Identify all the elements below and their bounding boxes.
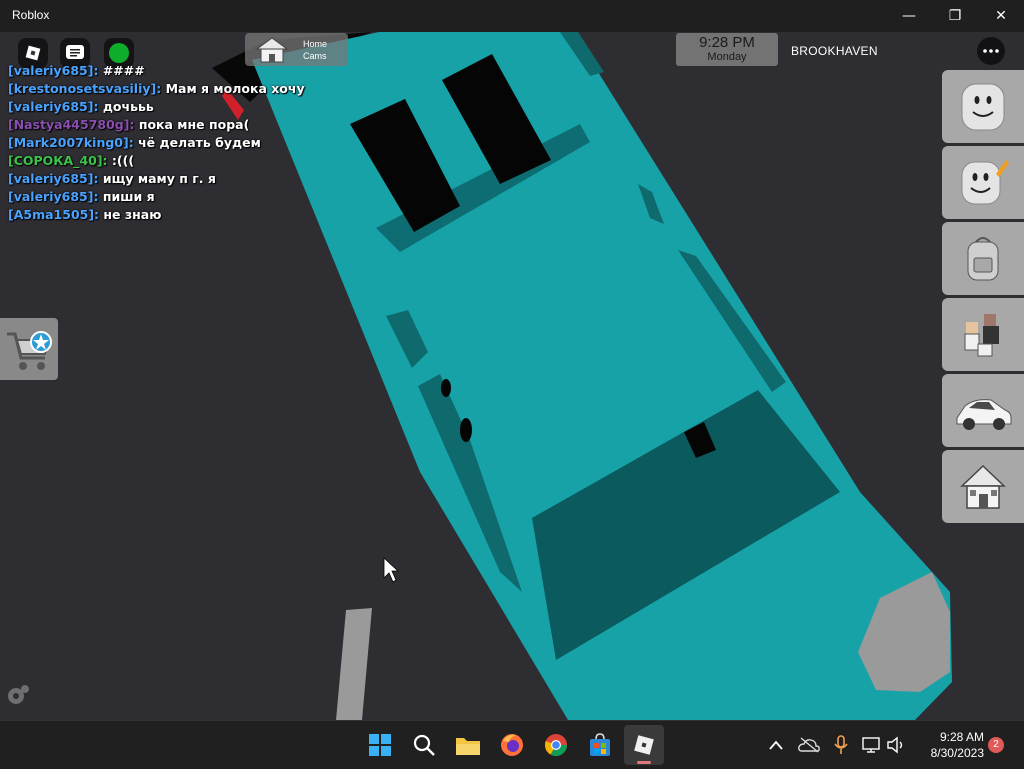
chat-username[interactable]: [valeriy685]: — [8, 189, 98, 204]
taskbar-time: 9:28 AM — [939, 730, 984, 744]
chat-username[interactable]: [valeriy685]: — [8, 171, 98, 186]
taskbar-date: 8/30/2023 — [930, 746, 984, 760]
search-button[interactable] — [404, 725, 444, 765]
smile-face-icon — [961, 83, 1005, 130]
chat-message-text: дочььь — [102, 99, 154, 114]
chat-message-text: пиши я — [102, 189, 155, 204]
minimize-button[interactable]: — — [886, 0, 932, 32]
chat-message: [valeriy685]: #### — [8, 62, 338, 80]
car-handle — [460, 418, 472, 442]
mouse-cursor — [383, 557, 400, 583]
house-icon — [960, 464, 1006, 509]
roblox-logo-icon — [634, 735, 654, 755]
chat-message: [Mark2007king0]: чё делать будем — [8, 134, 338, 152]
road-marking — [336, 608, 372, 720]
store-bag-icon — [590, 733, 610, 756]
chat-username[interactable]: [krestonosetsvasiliy]: — [8, 81, 161, 96]
house-icon — [255, 37, 289, 63]
chat-message: [krestonosetsvasiliy]: Мам я молока хочу — [8, 80, 338, 98]
chat-message-text: #### — [102, 63, 145, 78]
notification-badge[interactable]: 2 — [988, 737, 1004, 753]
firefox-button[interactable] — [492, 725, 532, 765]
store-button[interactable] — [580, 725, 620, 765]
chat-message-text: не знаю — [103, 207, 162, 222]
folder-icon — [456, 738, 480, 755]
chat-message-text: чё делать будем — [138, 135, 261, 150]
network-button[interactable] — [860, 733, 884, 757]
face-pencil-icon — [961, 159, 1009, 204]
ellipsis-icon — [983, 49, 999, 53]
taskbar: 9:28 AM 8/30/2023 2 — [0, 720, 1024, 769]
file-explorer-button[interactable] — [448, 725, 488, 765]
roblox-logo-icon — [25, 45, 41, 61]
chat-message: [СОРОКА_40]: :((( — [8, 152, 338, 170]
window-titlebar: Roblox — ❐ ✕ — [0, 0, 1024, 32]
chat-message: [Nastya445780g]: пока мне пора( — [8, 116, 338, 134]
roleplay-button[interactable] — [942, 298, 1024, 371]
chat-message: [valeriy685]: пиши я — [8, 188, 338, 206]
chat-message-text: пока мне пора( — [138, 117, 250, 132]
chat-message-text: Мам я молока хочу — [165, 81, 305, 96]
more-options-button[interactable] — [977, 37, 1005, 65]
game-clock-time: 9:28 PM — [699, 34, 755, 51]
chat-message: [valeriy685]: ищу маму п г. я — [8, 170, 338, 188]
chat-username[interactable]: [valeriy685]: — [8, 63, 98, 78]
chat-message: [A5ma1505]: не знаю — [8, 206, 338, 224]
network-icon — [862, 737, 880, 753]
chat-username[interactable]: [Nastya445780g]: — [8, 117, 134, 132]
backpack-icon — [967, 236, 999, 280]
shopping-cart-icon — [7, 331, 52, 370]
game-clock-day: Monday — [707, 51, 747, 63]
characters-icon — [964, 313, 999, 356]
settings-gear-icon[interactable] — [8, 685, 29, 704]
game-viewport[interactable]: Home Cams 9:28 PM Monday BROOKHAVEN [val… — [0, 32, 1024, 720]
game-clock: 9:28 PM Monday — [676, 33, 778, 66]
voice-indicator-icon — [109, 43, 129, 63]
car-icon — [956, 398, 1012, 430]
taskbar-clock[interactable]: 9:28 AM 8/30/2023 — [912, 729, 984, 761]
microphone-button[interactable] — [829, 733, 853, 757]
chat-username[interactable]: [Mark2007king0]: — [8, 135, 134, 150]
chrome-icon — [545, 734, 567, 756]
home-cams-label-line2: Cams — [303, 51, 327, 61]
window-title: Roblox — [12, 8, 50, 22]
emotes-button[interactable] — [942, 70, 1024, 143]
windows-logo-icon — [369, 734, 391, 756]
roblox-taskbar-button[interactable] — [624, 725, 664, 765]
chat-message-text: :((( — [111, 153, 135, 168]
backpack-button[interactable] — [942, 222, 1024, 295]
microphone-icon — [834, 735, 848, 754]
home-cams-label-line1: Home — [303, 39, 328, 49]
shop-button[interactable] — [0, 318, 58, 380]
cloud-off-icon — [798, 737, 820, 753]
chat-username[interactable]: [СОРОКА_40]: — [8, 153, 108, 168]
chat-message-text: ищу маму п г. я — [102, 171, 216, 186]
houses-button[interactable] — [942, 450, 1024, 523]
chat-message: [valeriy685]: дочььь — [8, 98, 338, 116]
start-button[interactable] — [360, 725, 400, 765]
chat-username[interactable]: [A5ma1505]: — [8, 207, 99, 222]
active-app-indicator — [637, 761, 651, 764]
vehicles-button[interactable] — [942, 374, 1024, 447]
onedrive-button[interactable] — [797, 733, 821, 757]
speaker-icon — [887, 736, 903, 754]
chat-bubble-icon — [66, 45, 84, 59]
close-button[interactable]: ✕ — [978, 0, 1024, 32]
car-mirror — [441, 379, 451, 397]
home-cams-label: Home Cams — [303, 38, 327, 62]
show-hidden-icons-button[interactable] — [764, 733, 788, 757]
maximize-button[interactable]: ❐ — [932, 0, 978, 32]
volume-button[interactable] — [884, 733, 908, 757]
place-name: BROOKHAVEN — [791, 44, 878, 58]
search-icon — [413, 734, 435, 756]
chat-username[interactable]: [valeriy685]: — [8, 99, 98, 114]
avatar-editor-button[interactable] — [942, 146, 1024, 219]
firefox-icon — [501, 734, 523, 756]
chat-window: [valeriy685]: #### [krestonosetsvasiliy]:… — [8, 62, 338, 224]
chevron-up-icon — [769, 740, 783, 750]
chrome-button[interactable] — [536, 725, 576, 765]
